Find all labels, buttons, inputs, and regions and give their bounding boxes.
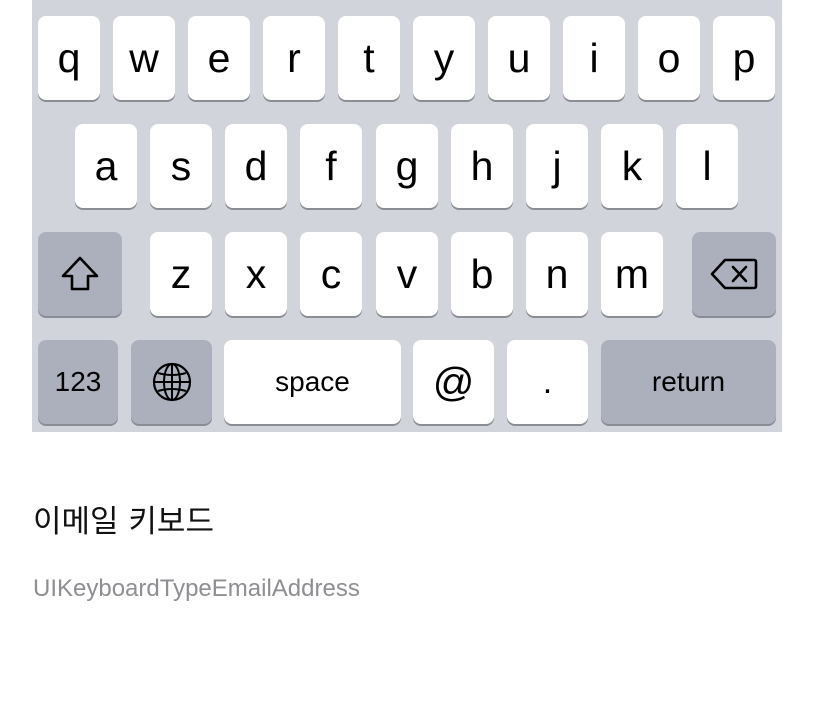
key-label: p <box>732 34 756 81</box>
numbers-label: 123 <box>54 366 102 397</box>
key-j[interactable]: j <box>526 124 588 208</box>
key-label: v <box>396 250 418 297</box>
globe-icon <box>151 361 193 403</box>
period-key[interactable]: . <box>507 340 588 424</box>
key-label: o <box>657 34 681 81</box>
key-h[interactable]: h <box>451 124 513 208</box>
key-z[interactable]: z <box>150 232 212 316</box>
key-k[interactable]: k <box>601 124 663 208</box>
keyboard-type-subtitle: UIKeyboardTypeEmailAddress <box>33 575 360 602</box>
key-w[interactable]: w <box>113 16 175 100</box>
key-label: c <box>320 250 342 297</box>
key-i[interactable]: i <box>563 16 625 100</box>
return-label: return <box>651 366 726 397</box>
key-c[interactable]: c <box>300 232 362 316</box>
key-label: g <box>395 142 419 189</box>
key-label: k <box>621 142 643 189</box>
key-m[interactable]: m <box>601 232 663 316</box>
key-label: i <box>589 34 599 81</box>
shift-key[interactable] <box>38 232 122 316</box>
key-n[interactable]: n <box>526 232 588 316</box>
key-e[interactable]: e <box>188 16 250 100</box>
key-label: f <box>325 142 337 189</box>
key-label: b <box>470 250 494 297</box>
key-label: d <box>244 142 268 189</box>
delete-key[interactable] <box>692 232 776 316</box>
key-label: t <box>363 34 375 81</box>
globe-key[interactable] <box>131 340 212 424</box>
return-key[interactable]: return <box>601 340 776 424</box>
key-label: l <box>702 142 712 189</box>
key-x[interactable]: x <box>225 232 287 316</box>
at-key[interactable]: @ <box>413 340 494 424</box>
space-key[interactable]: space <box>224 340 401 424</box>
key-label: u <box>507 34 531 81</box>
key-r[interactable]: r <box>263 16 325 100</box>
key-u[interactable]: u <box>488 16 550 100</box>
key-label: r <box>287 34 301 81</box>
period-label: . <box>542 363 553 401</box>
key-label: a <box>94 142 118 189</box>
key-label: j <box>552 142 562 189</box>
key-o[interactable]: o <box>638 16 700 100</box>
shift-icon <box>60 255 100 293</box>
delete-backspace-icon <box>710 257 758 291</box>
key-label: q <box>57 34 81 81</box>
key-v[interactable]: v <box>376 232 438 316</box>
key-p[interactable]: p <box>713 16 775 100</box>
key-label: w <box>129 34 159 81</box>
key-l[interactable]: l <box>676 124 738 208</box>
key-label: x <box>245 250 267 297</box>
keyboard-title: 이메일 키보드 <box>33 504 214 540</box>
space-label: space <box>275 366 350 397</box>
key-y[interactable]: y <box>413 16 475 100</box>
key-d[interactable]: d <box>225 124 287 208</box>
at-label: @ <box>432 358 475 405</box>
key-b[interactable]: b <box>451 232 513 316</box>
key-f[interactable]: f <box>300 124 362 208</box>
email-keyboard: q w e r t y u i o p a s d f g h j k l z … <box>32 0 782 432</box>
key-label: y <box>433 34 455 81</box>
key-label: e <box>207 34 231 81</box>
key-a[interactable]: a <box>75 124 137 208</box>
numbers-key[interactable]: 123 <box>38 340 118 424</box>
key-label: z <box>170 250 192 297</box>
key-label: h <box>470 142 494 189</box>
key-label: s <box>170 142 192 189</box>
key-label: n <box>545 250 569 297</box>
key-q[interactable]: q <box>38 16 100 100</box>
key-t[interactable]: t <box>338 16 400 100</box>
key-g[interactable]: g <box>376 124 438 208</box>
key-label: m <box>614 250 650 297</box>
key-s[interactable]: s <box>150 124 212 208</box>
